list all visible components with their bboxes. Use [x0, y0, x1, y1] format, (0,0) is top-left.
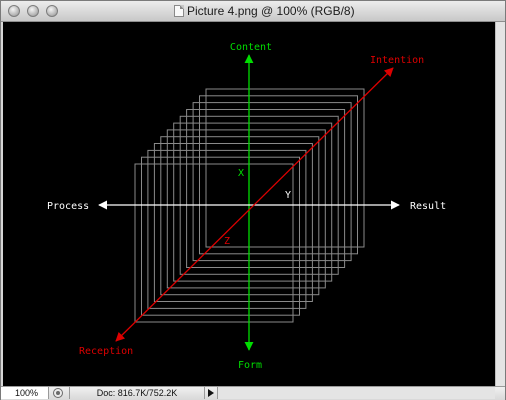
zoom-button-icon[interactable] [46, 5, 58, 17]
zoom-level-field[interactable]: 100% [1, 387, 49, 399]
frame-outline [199, 95, 358, 255]
frame-outline [173, 122, 333, 282]
result-label: Result [410, 201, 446, 212]
status-bar: 100% Doc: 816.7K/752.2K [1, 386, 505, 400]
document-icon[interactable] [174, 5, 184, 17]
document-size: Doc: 816.7K/752.2K [69, 387, 205, 399]
frame-outline [192, 102, 352, 262]
z-label: Z [224, 236, 230, 247]
horizontal-scrollbar[interactable] [217, 387, 495, 399]
form-label: Form [238, 360, 262, 371]
y-label: Y [285, 190, 291, 201]
frame-outline [141, 156, 300, 316]
frame-outline [179, 115, 339, 275]
frame-outline [186, 109, 346, 268]
reception-label: Reception [79, 346, 133, 357]
vertical-scrollbar[interactable] [495, 22, 505, 386]
close-button-icon[interactable] [8, 5, 20, 17]
image-canvas[interactable]: Content Form Process Result Intention Re… [3, 22, 495, 386]
axis-diagram: Content Form Process Result Intention Re… [47, 42, 446, 371]
triangle-right-icon[interactable] [208, 389, 214, 397]
frame-outline [205, 88, 365, 248]
process-label: Process [47, 201, 89, 212]
title-bar[interactable]: Picture 4.png @ 100% (RGB/8) [1, 1, 505, 22]
content-label: Content [230, 42, 272, 53]
frame-outline [160, 136, 320, 296]
minimize-button-icon[interactable] [27, 5, 39, 17]
frame-outline [153, 143, 313, 302]
intention-label: Intention [370, 55, 424, 66]
x-label: X [238, 168, 244, 179]
photoshop-document-window: Picture 4.png @ 100% (RGB/8) Content For… [0, 0, 506, 400]
window-title: Picture 4.png @ 100% (RGB/8) [187, 4, 355, 18]
frame-outline [166, 129, 326, 289]
status-info-icon[interactable] [53, 388, 63, 398]
frame-outline [147, 149, 307, 309]
